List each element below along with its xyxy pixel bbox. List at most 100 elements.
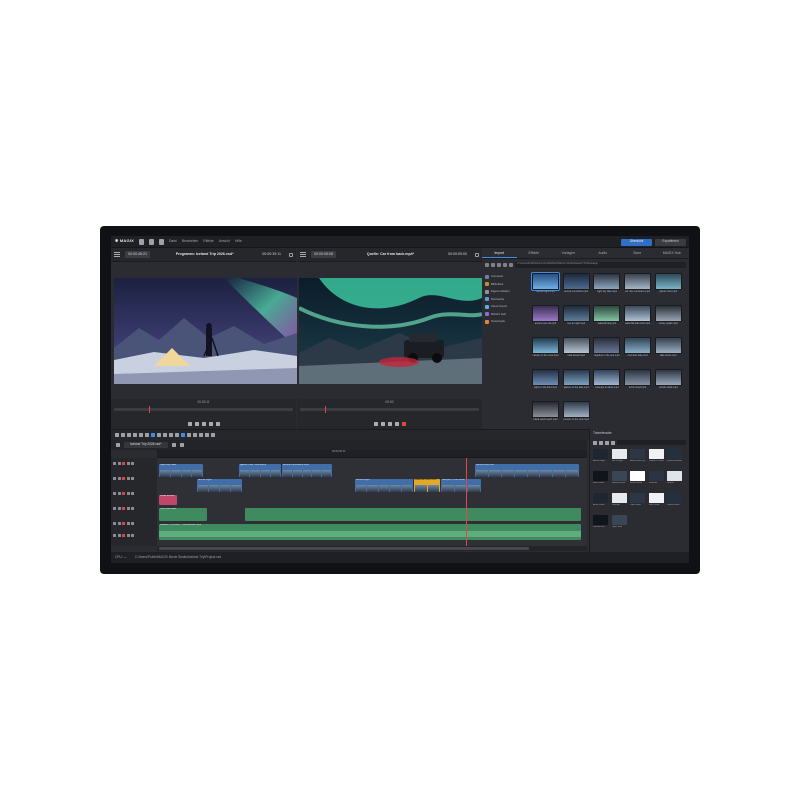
- menu-icon[interactable]: [114, 252, 120, 257]
- media-item[interactable]: aurora night.mp4: [531, 272, 560, 303]
- export-button[interactable]: Exportieren: [655, 238, 686, 246]
- close-icon[interactable]: [171, 443, 176, 447]
- trim-item[interactable]: Mountain lake: [611, 471, 627, 490]
- timeline-scrollbar[interactable]: [157, 546, 587, 551]
- settings-icon[interactable]: [509, 262, 513, 267]
- media-item[interactable]: together in the tent.mp4: [593, 337, 621, 367]
- audio-clip[interactable]: [245, 508, 581, 521]
- tab-templates[interactable]: Vorlagen: [551, 248, 586, 258]
- track-header-5[interactable]: [113, 521, 155, 526]
- next-icon[interactable]: [394, 422, 399, 426]
- program-video-frame[interactable]: [114, 278, 297, 384]
- track-header-6[interactable]: [113, 533, 155, 538]
- trim-item[interactable]: Person rock: [593, 515, 608, 534]
- record-icon[interactable]: [401, 422, 406, 426]
- trim-item[interactable]: Road ahead: [630, 471, 645, 490]
- trim-item[interactable]: Arctic cloud: [593, 493, 608, 512]
- tab-audio[interactable]: Audio: [586, 248, 621, 258]
- media-item[interactable]: lights in the field.mp4: [532, 369, 559, 399]
- trim-item[interactable]: aurora mountains: [667, 449, 682, 468]
- folder-icon[interactable]: [593, 440, 597, 445]
- source-video-frame[interactable]: [299, 278, 482, 384]
- previous-icon[interactable]: [380, 422, 385, 426]
- redo-icon[interactable]: [121, 433, 125, 437]
- timeline-clip[interactable]: aurora mountains.mp4: [282, 464, 332, 477]
- media-item[interactable]: mountain lake.mp4: [624, 337, 652, 367]
- audio-clip[interactable]: mountain lake: [159, 508, 207, 521]
- next-icon[interactable]: [208, 422, 213, 426]
- media-item[interactable]: black sand beach.mp4: [532, 401, 559, 431]
- play-icon[interactable]: [387, 422, 392, 426]
- copy-icon[interactable]: [139, 433, 143, 437]
- trim-item[interactable]: camper in snow: [648, 449, 664, 468]
- trim-item[interactable]: Aurora over car: [630, 449, 645, 468]
- folder-my-media[interactable]: Eigene Medien: [485, 288, 529, 296]
- grid-view-icon[interactable]: [599, 440, 603, 445]
- folder-library[interactable]: Bibliothek: [485, 281, 529, 289]
- timeline-ruler[interactable]: 00:00:55:11: [157, 450, 587, 458]
- up-icon[interactable]: [497, 262, 501, 267]
- media-item[interactable]: road ahead.mp4: [562, 337, 590, 367]
- media-item[interactable]: waterfall day.mp4: [593, 305, 621, 335]
- media-item[interactable]: lake shore.mp4: [654, 337, 682, 367]
- media-item[interactable]: icebergs at dawn.mp4: [593, 369, 621, 399]
- menu-edit[interactable]: Bearbeiten: [182, 239, 198, 244]
- timeline-clip[interactable]: camper in the snow: [441, 479, 481, 492]
- link-icon[interactable]: [169, 433, 173, 437]
- source-timecode-in[interactable]: 00:00:05:08: [311, 251, 336, 258]
- tab-import[interactable]: Import: [482, 248, 517, 258]
- trim-item[interactable]: Icebergs: [611, 493, 627, 512]
- paste-icon[interactable]: [145, 433, 149, 437]
- media-item[interactable]: car ride mountains.mp4: [624, 273, 652, 303]
- marker-icon[interactable]: [187, 433, 191, 437]
- tab-magix-hub[interactable]: MAGIX Hub: [655, 248, 690, 258]
- back-icon[interactable]: [485, 262, 489, 267]
- folder-downloads[interactable]: Downloads: [485, 318, 529, 326]
- timeline-clip[interactable]: aurora night: [355, 479, 413, 492]
- menu-icon[interactable]: [116, 443, 120, 447]
- speed-icon[interactable]: [211, 433, 215, 437]
- magnet-icon[interactable]: [175, 433, 179, 437]
- sort-icon[interactable]: [611, 440, 615, 445]
- folder-magix-hub[interactable]: MAGIX Hub: [485, 311, 529, 319]
- tab-store[interactable]: Store: [620, 248, 655, 258]
- media-item[interactable]: tent at night.mp4: [562, 305, 590, 335]
- trim-item[interactable]: Vehicle dash: [667, 493, 682, 512]
- trim-item[interactable]: Glacier: [667, 471, 682, 490]
- mark-in-icon[interactable]: [187, 422, 192, 426]
- timeline-clip[interactable]: glacier river mountains: [239, 464, 281, 477]
- fullscreen-icon[interactable]: [289, 252, 293, 257]
- cut-icon[interactable]: [133, 433, 137, 437]
- overview-button[interactable]: Übersicht: [621, 238, 652, 246]
- media-item[interactable]: arctic cloud.mp4: [624, 369, 652, 399]
- path-input[interactable]: C:\Users\Public\Documents\MAGIX\Movie St…: [515, 261, 686, 268]
- refresh-icon[interactable]: [503, 262, 507, 267]
- audio-icon[interactable]: [193, 433, 197, 437]
- media-item[interactable]: glacier on the lake.mp4: [562, 369, 590, 399]
- mouse-mode-icon[interactable]: [151, 433, 155, 437]
- media-item[interactable]: camper in the snow.mp4: [532, 337, 559, 367]
- save-icon[interactable]: [158, 238, 164, 245]
- menu-icon[interactable]: [300, 252, 306, 257]
- timeline-clip-selected[interactable]: waterfall wide shot: [414, 479, 440, 492]
- group-icon[interactable]: [163, 433, 167, 437]
- track-header-3[interactable]: [113, 491, 155, 496]
- folder-computer[interactable]: Computer: [485, 273, 529, 281]
- add-tab-icon[interactable]: [179, 443, 184, 447]
- track-header-2[interactable]: [113, 476, 155, 481]
- open-folder-icon[interactable]: [148, 238, 154, 245]
- timeline-clip[interactable]: tent at night: [197, 479, 242, 492]
- playhead[interactable]: [466, 458, 467, 546]
- menu-view[interactable]: Ansicht: [219, 239, 230, 244]
- play-icon[interactable]: [201, 422, 206, 426]
- tab-project[interactable]: Iceland Trip 2026.vsd*: [124, 441, 168, 449]
- title-clip[interactable]: Road ahead: [159, 495, 177, 505]
- soundtrack-clip[interactable]: Iceland Trip 2026 - Soundtrack.mp3: [159, 524, 581, 540]
- track-header-1[interactable]: [113, 461, 155, 466]
- fullscreen-icon[interactable]: [475, 252, 479, 257]
- snap-icon[interactable]: [181, 433, 185, 437]
- trim-item[interactable]: tent at night: [611, 449, 627, 468]
- trim-search-input[interactable]: [617, 440, 686, 445]
- trim-item[interactable]: Aurora night: [593, 449, 608, 468]
- timeline-clip[interactable]: Aurora over car: [475, 464, 579, 477]
